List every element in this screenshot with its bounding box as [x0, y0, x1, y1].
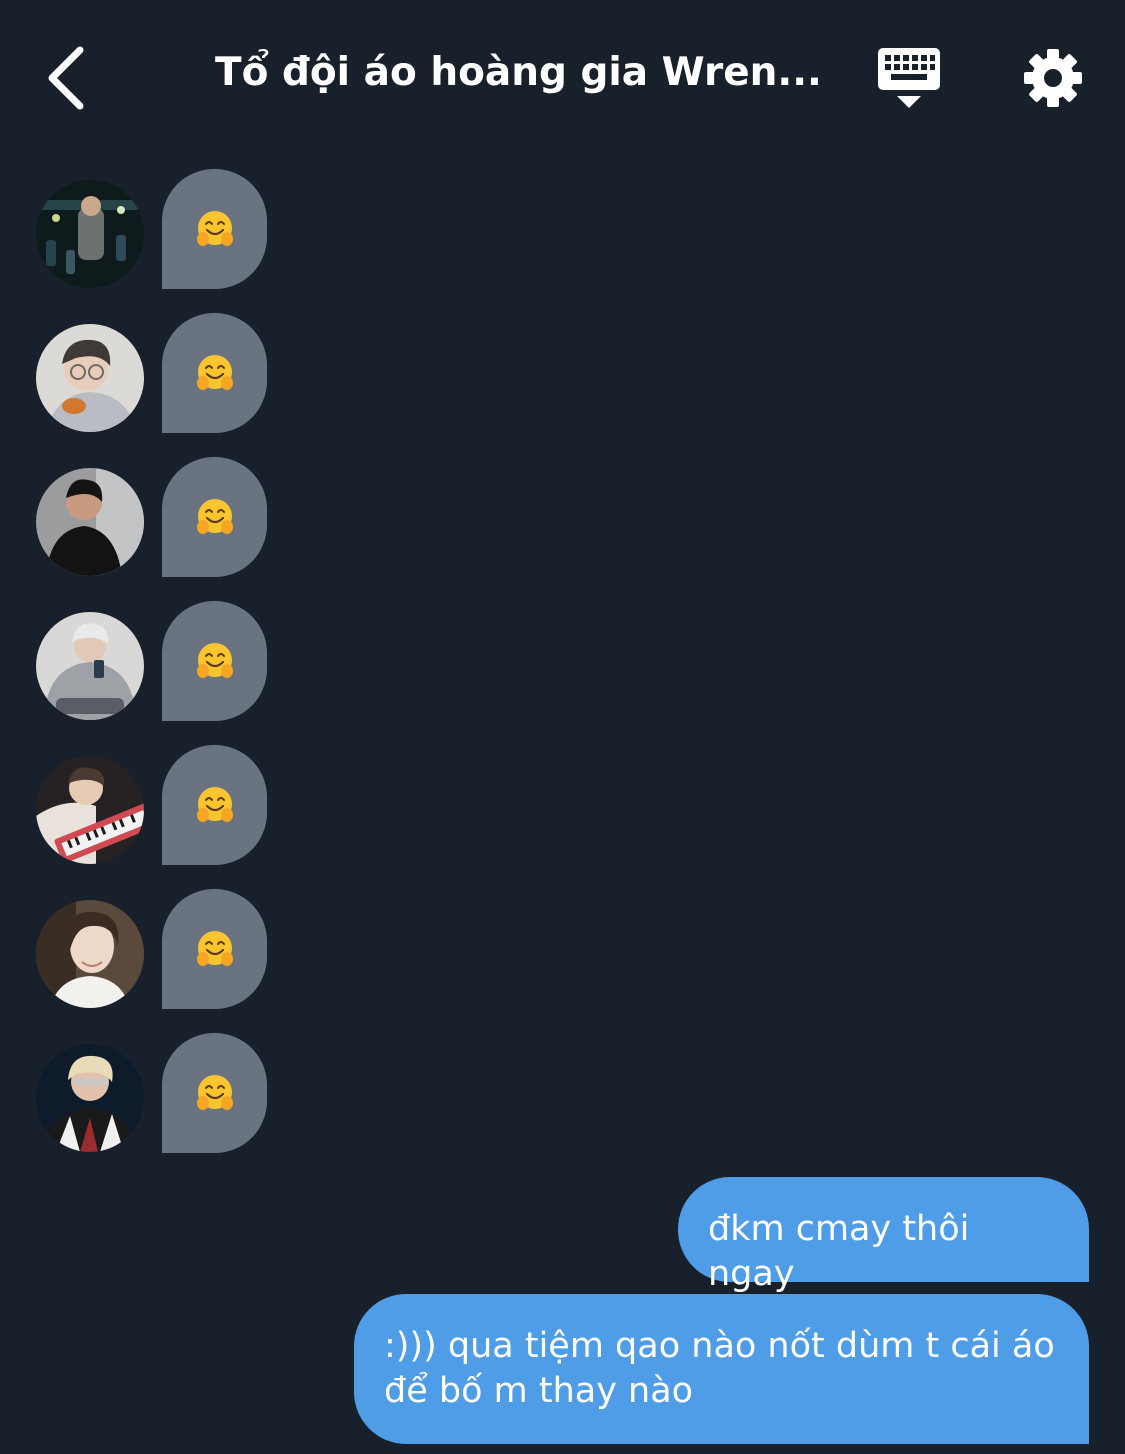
avatar[interactable] — [36, 900, 144, 1008]
hugging-face-emoji — [195, 641, 235, 681]
keyboard-button[interactable] — [876, 46, 942, 112]
avatar[interactable] — [36, 468, 144, 576]
chat-title: Tổ đội áo hoàng gia Wren... — [215, 50, 822, 95]
avatar[interactable] — [36, 756, 144, 864]
hugging-face-emoji — [195, 785, 235, 825]
message-row — [36, 169, 276, 289]
avatar[interactable] — [36, 180, 144, 288]
hugging-face-emoji — [195, 1073, 235, 1113]
back-button[interactable] — [40, 42, 100, 112]
hugging-face-emoji — [195, 929, 235, 969]
keyboard-icon — [878, 48, 940, 108]
incoming-bubble[interactable] — [162, 169, 267, 289]
message-row — [36, 745, 276, 865]
hugging-face-emoji — [195, 353, 235, 393]
hugging-face-emoji — [195, 497, 235, 537]
incoming-bubble[interactable] — [162, 457, 267, 577]
message-text: đkm cmay thôi ngay — [708, 1209, 970, 1294]
message-row — [36, 457, 276, 577]
incoming-bubble[interactable] — [162, 889, 267, 1009]
message-row — [36, 889, 276, 1009]
incoming-bubble[interactable] — [162, 313, 267, 433]
message-row — [36, 313, 276, 433]
message-row — [36, 1033, 276, 1153]
message-text: để bố m thay nào — [384, 1371, 694, 1411]
settings-button[interactable] — [1020, 45, 1086, 111]
message-text: :))) qua tiệm qao nào nốt dùm t cái áo — [384, 1326, 1055, 1366]
avatar[interactable] — [36, 612, 144, 720]
chat-header: Tổ đội áo hoàng gia Wren... — [0, 0, 1125, 150]
outgoing-bubble[interactable]: đkm cmay thôi ngay — [678, 1177, 1089, 1294]
incoming-bubble[interactable] — [162, 1033, 267, 1153]
chevron-left-icon — [48, 46, 84, 110]
hugging-face-emoji — [195, 209, 235, 249]
message-row — [36, 601, 276, 721]
incoming-bubble[interactable] — [162, 745, 267, 865]
avatar[interactable] — [36, 324, 144, 432]
outgoing-bubble[interactable]: :))) qua tiệm qao nào nốt dùm t cái áo đ… — [354, 1294, 1089, 1444]
gear-icon — [1024, 49, 1082, 107]
incoming-bubble[interactable] — [162, 601, 267, 721]
avatar[interactable] — [36, 1044, 144, 1152]
